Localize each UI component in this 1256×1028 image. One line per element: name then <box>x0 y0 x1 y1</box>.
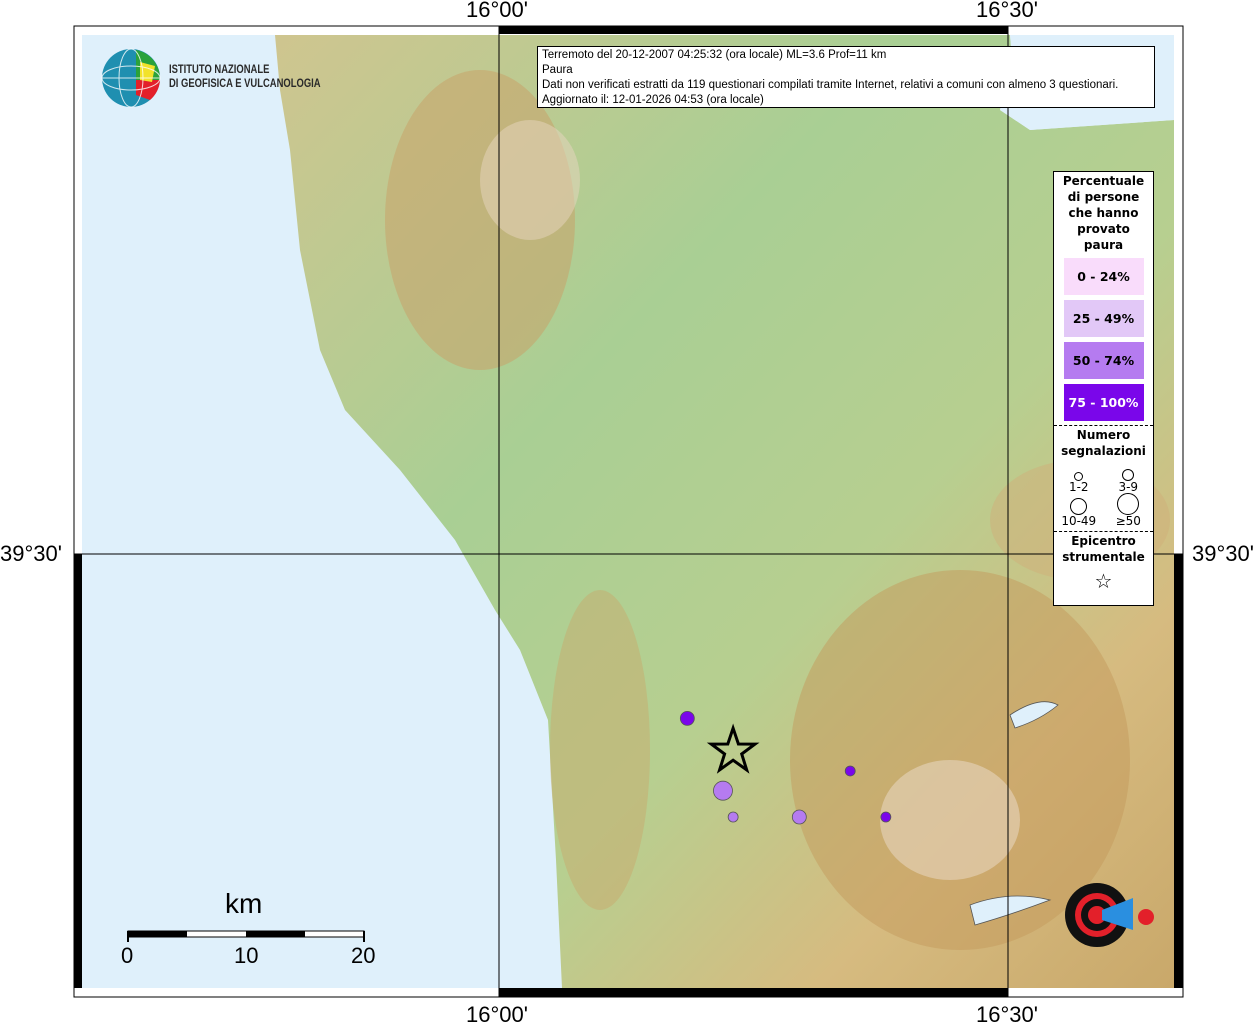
frame-bar <box>499 26 1008 34</box>
map-type: Paura <box>542 64 573 76</box>
scale-label-0: 0 <box>121 943 134 968</box>
logo-line-1: ISTITUTO NAZIONALE <box>169 64 270 76</box>
municipality-point[interactable] <box>679 710 695 726</box>
size-10-49: 10-49 <box>1054 493 1104 527</box>
size-50-plus: ≥50 <box>1104 493 1154 527</box>
lat-label-left: 39°30' <box>0 541 62 566</box>
lon-label-bottom-right: 16°30' <box>976 1002 1038 1027</box>
data-note: Dati non verificati estratti da 119 ques… <box>542 79 1119 91</box>
scale-label-20: 20 <box>351 943 376 968</box>
event-info-box: Terremoto del 20-12-2007 04:25:32 (ora l… <box>537 46 1155 108</box>
legend-title-line: paura <box>1083 238 1124 252</box>
size-label: ≥50 <box>1115 514 1141 528</box>
legend-divider <box>1054 531 1153 532</box>
legend-title-line: di persone <box>1067 190 1140 204</box>
legend-title-line: che hanno <box>1068 206 1139 220</box>
size-label: 10-49 <box>1061 514 1097 528</box>
scale-label-10: 10 <box>234 943 259 968</box>
mountain-peak <box>480 120 580 240</box>
frame-bar <box>74 554 82 988</box>
size-label: 3-9 <box>1118 480 1139 494</box>
municipality-point[interactable] <box>880 811 892 823</box>
count-title-line: Numero <box>1076 428 1131 442</box>
size-1-2: 1-2 <box>1054 459 1104 493</box>
legend-swatch-25-49: 25 - 49% <box>1063 300 1144 337</box>
scale-unit: km <box>225 888 263 919</box>
event-line: Terremoto del 20-12-2007 04:25:32 (ora l… <box>542 49 887 61</box>
legend-swatch-0-24: 0 - 24% <box>1063 258 1144 295</box>
municipality-point[interactable] <box>844 765 856 777</box>
ingv-logo-text: ISTITUTO NAZIONALE DI GEOFISICA E VULCAN… <box>169 63 321 91</box>
legend-title-line: provato <box>1077 222 1130 236</box>
legend-swatch-50-74: 50 - 74% <box>1063 342 1144 379</box>
epicenter-title-line: strumentale <box>1062 550 1145 564</box>
count-size-legend: 1-2 3-9 10-49 ≥50 <box>1054 459 1153 527</box>
logo-line-2: DI GEOFISICA E VULCANOLOGIA <box>169 78 321 90</box>
legend-title-line: Percentuale <box>1062 174 1145 188</box>
size-3-9: 3-9 <box>1104 459 1154 493</box>
lon-label-top-right: 16°30' <box>976 0 1038 22</box>
legend-swatch-75-100: 75 - 100% <box>1063 384 1144 421</box>
lat-label-right: 39°30' <box>1192 541 1254 566</box>
count-title: Numero segnalazioni <box>1054 427 1153 459</box>
municipality-point[interactable] <box>713 780 733 801</box>
star-icon: ☆ <box>1094 569 1113 593</box>
municipality-point[interactable] <box>727 811 739 823</box>
lon-label-top-left: 16°00' <box>466 0 528 22</box>
municipality-point[interactable] <box>791 809 807 825</box>
legend: Percentuale di persone che hanno provato… <box>1053 171 1154 606</box>
mountain-range <box>550 590 650 910</box>
size-label: 1-2 <box>1068 480 1089 494</box>
frame-bar <box>499 988 1008 997</box>
epicenter-title-line: Epicentro <box>1071 534 1136 548</box>
mountain-peak <box>880 760 1020 880</box>
ingv-globe-logo <box>101 48 161 108</box>
lon-label-bottom-left: 16°00' <box>466 1002 528 1027</box>
count-title-line: segnalazioni <box>1061 444 1146 458</box>
updated-line: Aggiornato il: 12-01-2026 04:53 (ora loc… <box>542 94 764 106</box>
legend-title: Percentuale di persone che hanno provato… <box>1054 173 1153 253</box>
frame-bar <box>1174 554 1183 988</box>
epicenter-title: Epicentro strumentale <box>1054 533 1153 565</box>
legend-divider <box>1054 425 1153 426</box>
